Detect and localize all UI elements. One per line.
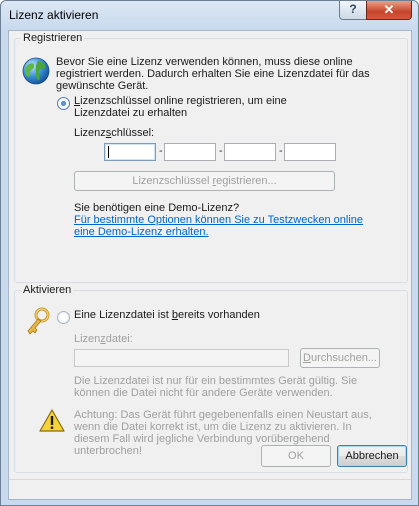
register-online-radio-label[interactable]: Lizenzschlüssel online registrieren, um … bbox=[74, 95, 334, 119]
register-online-radio[interactable] bbox=[57, 97, 70, 110]
text-cursor bbox=[108, 146, 109, 158]
license-file-input[interactable] bbox=[74, 349, 289, 367]
license-key-field-2[interactable] bbox=[164, 143, 216, 161]
globe-icon bbox=[22, 57, 50, 85]
key-separator: - bbox=[279, 145, 283, 157]
key-separator: - bbox=[159, 145, 163, 157]
title-bar[interactable]: Lizenz aktivieren ? ✕ bbox=[1, 1, 418, 29]
license-key-field-1[interactable] bbox=[104, 143, 156, 161]
key-separator: - bbox=[219, 145, 223, 157]
ok-button[interactable]: OK bbox=[261, 445, 331, 467]
activate-group-label: Aktivieren bbox=[21, 284, 74, 296]
help-button[interactable]: ? bbox=[339, 1, 367, 20]
close-icon: ✕ bbox=[383, 2, 395, 17]
footer-divider bbox=[9, 479, 411, 480]
license-key-label: Lizenzschlüssel: bbox=[74, 127, 155, 139]
demo-license-link[interactable]: Für bestimmte Optionen können Sie zu Tes… bbox=[74, 214, 374, 238]
demo-question-text: Sie benötigen eine Demo-Lizenz? bbox=[74, 202, 240, 214]
license-key-field-4[interactable] bbox=[284, 143, 336, 161]
dialog-client-area: Registrieren Bevor Sie eine Lizenz verwe… bbox=[8, 30, 412, 500]
register-license-button[interactable]: Lizenzschlüssel registrieren... bbox=[74, 171, 335, 191]
license-file-label: Lizenzdatei: bbox=[74, 333, 133, 345]
warning-icon bbox=[39, 409, 65, 432]
close-button[interactable]: ✕ bbox=[366, 1, 412, 20]
existing-license-radio-label[interactable]: Eine Lizenzdatei ist bereits vorhanden bbox=[74, 309, 260, 321]
register-intro-text: Bevor Sie eine Lizenz verwenden können, … bbox=[56, 56, 370, 92]
existing-license-radio[interactable] bbox=[57, 311, 70, 324]
license-key-field-3[interactable] bbox=[224, 143, 276, 161]
license-file-info-text: Die Lizenzdatei ist nur für ein bestimmt… bbox=[74, 375, 358, 399]
cancel-button[interactable]: Abbrechen bbox=[337, 445, 407, 467]
register-group: Registrieren Bevor Sie eine Lizenz verwe… bbox=[14, 32, 408, 283]
help-icon: ? bbox=[349, 2, 357, 16]
key-icon bbox=[27, 307, 50, 335]
register-group-label: Registrieren bbox=[21, 32, 85, 44]
window-title: Lizenz aktivieren bbox=[9, 8, 99, 22]
dialog-window: Lizenz aktivieren ? ✕ Registrieren Bevor… bbox=[0, 0, 419, 506]
browse-button[interactable]: Durchsuchen... bbox=[300, 348, 380, 368]
